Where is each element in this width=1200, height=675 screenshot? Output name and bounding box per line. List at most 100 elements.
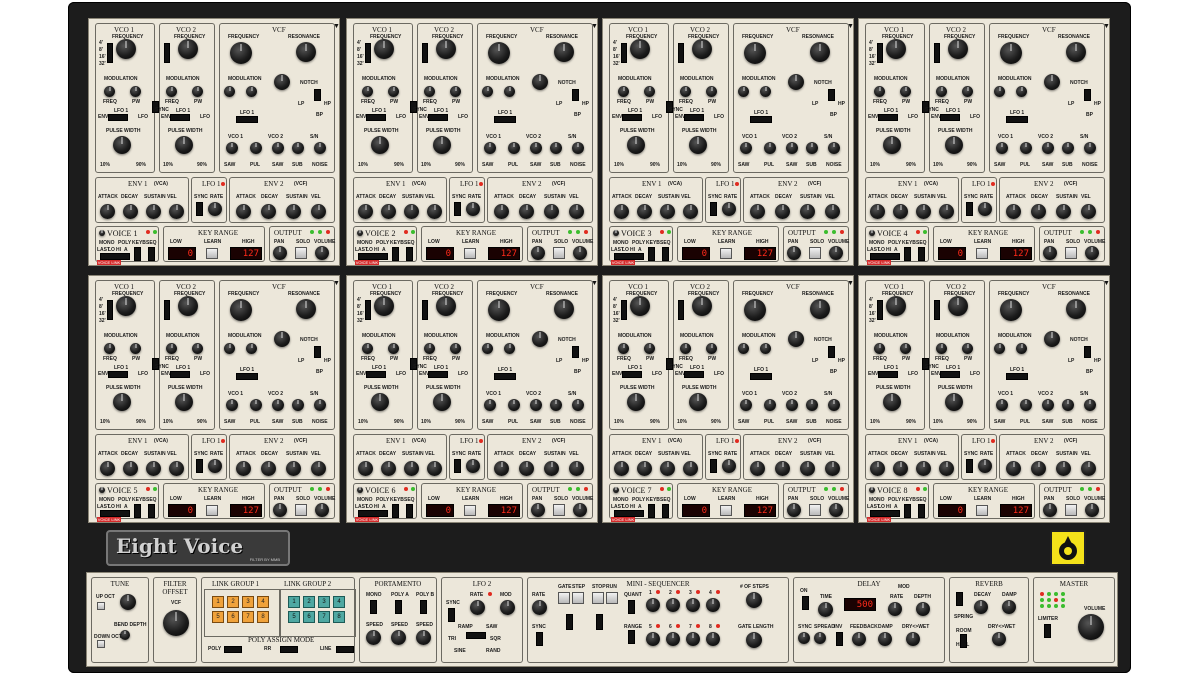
mixer-vco1-knob[interactable] (740, 142, 752, 154)
output-volume-knob[interactable] (573, 246, 587, 260)
env2-decay-knob[interactable] (1031, 204, 1046, 219)
voice-power-icon[interactable] (869, 230, 875, 236)
vcf-frequency-knob[interactable] (230, 42, 252, 64)
key-range-high-display[interactable]: 127 (744, 247, 776, 260)
vco1-mod-source-switch[interactable] (622, 114, 642, 121)
vco1-pw-mod-knob[interactable] (900, 86, 911, 97)
env2-attack-knob[interactable] (1006, 204, 1021, 219)
vcf-on-switch[interactable] (828, 346, 835, 358)
vco2-mod-source-switch[interactable] (940, 114, 960, 121)
vco2-mod-source-switch[interactable] (170, 114, 190, 121)
vcf-env-mod-knob[interactable] (482, 86, 493, 97)
mixer-noise-knob[interactable] (828, 399, 840, 411)
output-pan-knob[interactable] (273, 503, 287, 517)
mixer-vco1-saw-knob[interactable] (508, 142, 520, 154)
vcf-resonance-knob[interactable] (296, 299, 316, 319)
mixer-vco2-knob[interactable] (786, 142, 798, 154)
vco1-mod-source-switch[interactable] (366, 371, 386, 378)
vco2-freq-mod-knob[interactable] (936, 343, 947, 354)
vcf-frequency-knob[interactable] (230, 299, 252, 321)
vco1-pw-mod-knob[interactable] (130, 86, 141, 97)
voice-seq-switch[interactable] (662, 504, 669, 518)
key-range-low-display[interactable]: 0 (426, 247, 454, 260)
key-learn-button[interactable] (720, 248, 732, 259)
voice-power-icon[interactable] (357, 487, 363, 493)
voice-power-icon[interactable] (357, 230, 363, 236)
portamento-speed-knob[interactable] (416, 630, 431, 645)
env1-attack-knob[interactable] (100, 204, 115, 219)
env1-vel-knob[interactable] (169, 204, 184, 219)
vcf-resonance-knob[interactable] (296, 42, 316, 62)
vco1-mod-source-switch[interactable] (108, 371, 128, 378)
vcf-lfo-mod-knob[interactable] (504, 343, 515, 354)
vco1-pulse-width-knob[interactable] (627, 136, 645, 154)
env2-vel-knob[interactable] (311, 461, 326, 476)
key-range-high-display[interactable]: 127 (230, 247, 262, 260)
mixer-noise-knob[interactable] (572, 399, 584, 411)
vco1-frequency-knob[interactable] (886, 296, 906, 316)
lfo1-sync-switch[interactable] (454, 202, 461, 216)
lfo1-sync-switch[interactable] (710, 202, 717, 216)
env2-attack-knob[interactable] (236, 204, 251, 219)
delay-damp-knob[interactable] (878, 632, 892, 646)
link-group-2-voice-button[interactable]: 2 (303, 596, 315, 608)
lfo1-sync-switch[interactable] (966, 459, 973, 473)
link-group-1-voice-button[interactable]: 1 (212, 596, 224, 608)
vco2-pw-mod-knob[interactable] (706, 86, 717, 97)
vco1-frequency-knob[interactable] (630, 296, 650, 316)
voice-keyb-switch[interactable] (392, 504, 399, 518)
voice-power-icon[interactable] (613, 487, 619, 493)
lfo1-sync-switch[interactable] (454, 459, 461, 473)
reverb-decay-knob[interactable] (974, 600, 988, 614)
env1-vel-knob[interactable] (683, 204, 698, 219)
vco1-frequency-knob[interactable] (116, 296, 136, 316)
delay-sync-knob[interactable] (798, 632, 810, 644)
vco1-freq-mod-knob[interactable] (104, 343, 115, 354)
vco2-freq-mod-knob[interactable] (424, 343, 435, 354)
vcf-lfo-mod-knob[interactable] (1016, 343, 1027, 354)
vcf-resonance-knob[interactable] (810, 299, 830, 319)
mixer-vco2-knob[interactable] (272, 399, 284, 411)
vcf-lfo-source-switch[interactable] (236, 373, 258, 380)
voice-mode-switch[interactable] (870, 510, 900, 517)
vco1-pw-mod-knob[interactable] (130, 343, 141, 354)
mixer-vco1-saw-knob[interactable] (1020, 142, 1032, 154)
voice-power-icon[interactable] (869, 487, 875, 493)
env2-sustain-knob[interactable] (286, 461, 301, 476)
sequencer-run-button[interactable] (606, 592, 618, 604)
vco1-frequency-knob[interactable] (886, 39, 906, 59)
output-pan-knob[interactable] (1043, 503, 1057, 517)
mixer-vco1-saw-knob[interactable] (508, 399, 520, 411)
delay-mod-rate-knob[interactable] (888, 602, 902, 616)
env1-sustain-knob[interactable] (916, 204, 931, 219)
sequencer-sync-switch[interactable] (536, 632, 543, 646)
vco2-mod-source-switch[interactable] (170, 371, 190, 378)
sequencer-steps-knob[interactable] (746, 592, 762, 608)
vco2-pulse-width-knob[interactable] (175, 393, 193, 411)
env2-sustain-knob[interactable] (1056, 461, 1071, 476)
link-group-1-voice-button[interactable]: 3 (242, 596, 254, 608)
sequencer-step-switch[interactable] (596, 614, 603, 630)
vco2-octave-switch[interactable] (678, 300, 684, 320)
sequencer-step-knob[interactable] (706, 598, 720, 612)
mixer-vco1-knob[interactable] (226, 399, 238, 411)
env2-decay-knob[interactable] (261, 461, 276, 476)
env2-decay-knob[interactable] (1031, 461, 1046, 476)
env2-sustain-knob[interactable] (800, 461, 815, 476)
vcf-env-mod-knob[interactable] (738, 343, 749, 354)
key-learn-button[interactable] (464, 248, 476, 259)
mixer-noise-knob[interactable] (1084, 142, 1096, 154)
vco2-freq-mod-knob[interactable] (680, 86, 691, 97)
output-pan-knob[interactable] (531, 503, 545, 517)
lfo2-rate-knob[interactable] (470, 600, 485, 615)
sequencer-range-switch[interactable] (628, 630, 635, 644)
portamento-mode-switch[interactable] (370, 600, 377, 614)
env1-attack-knob[interactable] (100, 461, 115, 476)
poly-assign-switch[interactable] (224, 646, 242, 653)
env2-attack-knob[interactable] (236, 461, 251, 476)
vcf-mode-selector-knob[interactable] (788, 331, 804, 347)
vcf-resonance-knob[interactable] (554, 42, 574, 62)
env1-sustain-knob[interactable] (916, 461, 931, 476)
vco2-mod-source-switch[interactable] (428, 114, 448, 121)
delay-time-display[interactable]: 500 (844, 598, 876, 611)
